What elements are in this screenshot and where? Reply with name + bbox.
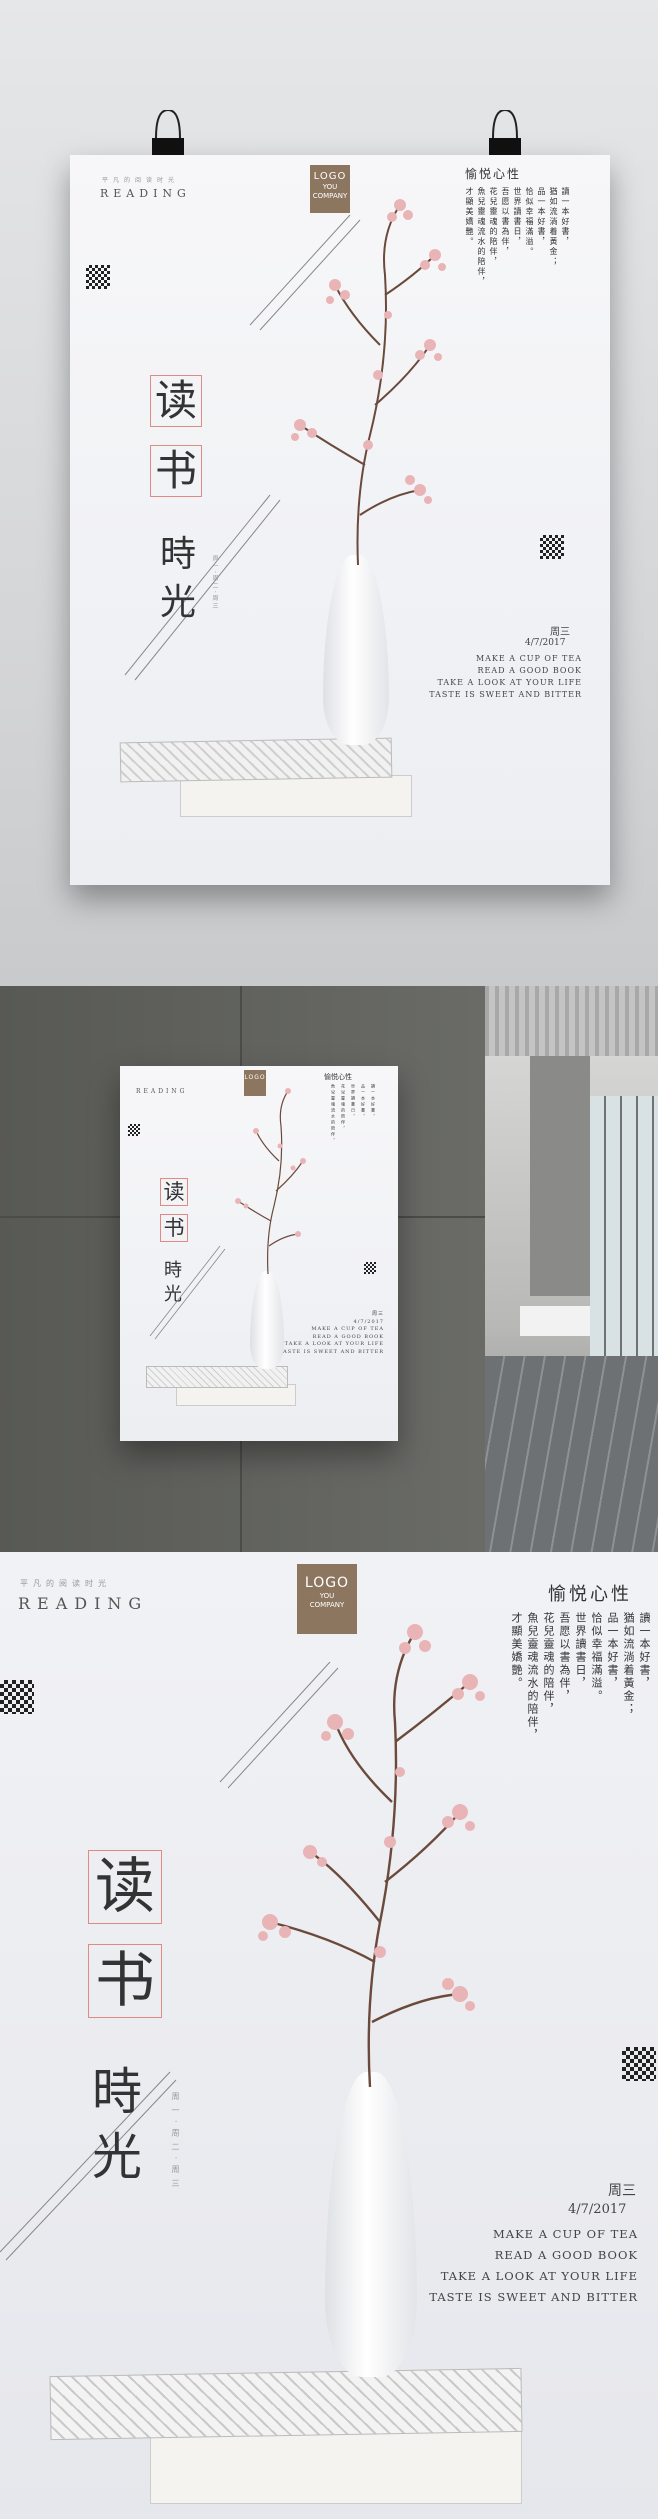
poem-col-6: 猶如流淌着黃金； <box>549 187 558 267</box>
poem-col-6: 猶如流淌着黃金； <box>622 1612 635 1716</box>
room-bench <box>520 1306 590 1336</box>
room-floor <box>485 1356 658 1552</box>
poem-col-3: 世界讀書日， <box>574 1612 587 1690</box>
english-lines: MAKE A CUP OF TEA READ A GOOD BOOK TAKE … <box>429 653 582 701</box>
checker-icon <box>540 535 564 559</box>
poem-col-2: 品一本好書， <box>606 1612 619 1690</box>
poem-col-7: 恰似幸福滿溢。 <box>525 187 534 257</box>
hanging-poster-mockup: 平凡的阅读时光 READING LOGO YOU COMPANY 读 书 時 光… <box>0 0 658 986</box>
weekday: 周三 <box>608 2183 636 2199</box>
eng-line-4: TASTE IS SWEET AND BITTER <box>429 690 582 699</box>
poem-col-2: 品一本好書， <box>537 187 546 247</box>
side-small-text: 周一·周二·周三 <box>211 555 218 611</box>
poem-col-8: 吾愿以書為伴， <box>501 187 510 257</box>
poem-col-4: 花兒靈魂的陪伴， <box>489 187 498 267</box>
eng-line-2: READ A GOOD BOOK <box>494 2248 638 2262</box>
right-heading: 愉悦心性 <box>465 167 522 181</box>
poem-col-1: 讀一本好書， <box>561 187 570 247</box>
subtitle-char-1: 時 <box>160 534 197 575</box>
english-lines: MAKE A CUP OF TEA READ A GOOD BOOK TAKE … <box>429 2224 638 2308</box>
subtitle-char-1: 時 <box>92 2063 142 2121</box>
subtitle-char-2: 光 <box>160 582 197 623</box>
eng-line-3: TAKE A LOOK AT YOUR LIFE <box>437 678 582 687</box>
blossom-branch <box>235 1088 306 1275</box>
right-heading: 愉悦心性 <box>548 1584 632 1605</box>
poster-small: READING LOGO 读 书 時 光 愉悦心性 讀一本好書， 品一本好書， … <box>120 1066 398 1441</box>
blossom-branch <box>258 1624 485 2088</box>
gallery-mockup: READING LOGO 读 书 時 光 愉悦心性 讀一本好書， 品一本好書， … <box>0 986 658 1552</box>
eng-line-1: MAKE A CUP OF TEA <box>475 654 582 663</box>
book-top <box>49 2367 523 2441</box>
room-column <box>530 1056 590 1296</box>
eng-line-3: TAKE A LOOK AT YOUR LIFE <box>440 2269 638 2283</box>
book-bottom <box>180 775 412 817</box>
poem-col-8: 吾愿以書為伴， <box>558 1612 571 1703</box>
blossom-branch <box>291 199 446 566</box>
eng-line-2: READ A GOOD BOOK <box>477 666 582 675</box>
ceiling-grid <box>485 986 658 1056</box>
date: 4/7/2017 <box>525 638 566 648</box>
date: 4/7/2017 <box>568 2202 627 2217</box>
title-char-2: 书 <box>150 445 202 497</box>
book-top <box>146 1366 288 1388</box>
poem-col-4: 花兒靈魂的陪伴， <box>542 1612 555 1716</box>
subtitle-char-2: 光 <box>92 2128 142 2186</box>
title-char-2: 书 <box>88 1944 162 2018</box>
poem-col-7: 恰似幸福滿溢。 <box>590 1612 603 1703</box>
poster-full: 平凡的阅读时光 READING LOGO YOU COMPANY 读 书 時 光… <box>0 1552 658 2519</box>
room-windows <box>590 1096 658 1356</box>
poster-large: 平凡的阅读时光 READING LOGO YOU COMPANY 读 书 時 光… <box>70 155 610 885</box>
eng-line-4: TASTE IS SWEET AND BITTER <box>429 2290 638 2304</box>
poem-col-1: 讀一本好書， <box>638 1612 651 1690</box>
side-small-text: 周一·周二·周三 <box>171 2092 180 2194</box>
eng-line-1: MAKE A CUP OF TEA <box>493 2227 638 2241</box>
weekday: 周三 <box>550 627 570 638</box>
title-char-1: 读 <box>88 1850 162 1924</box>
title-char-1: 读 <box>150 375 202 427</box>
poem-col-3: 世界讀書日， <box>513 187 522 247</box>
